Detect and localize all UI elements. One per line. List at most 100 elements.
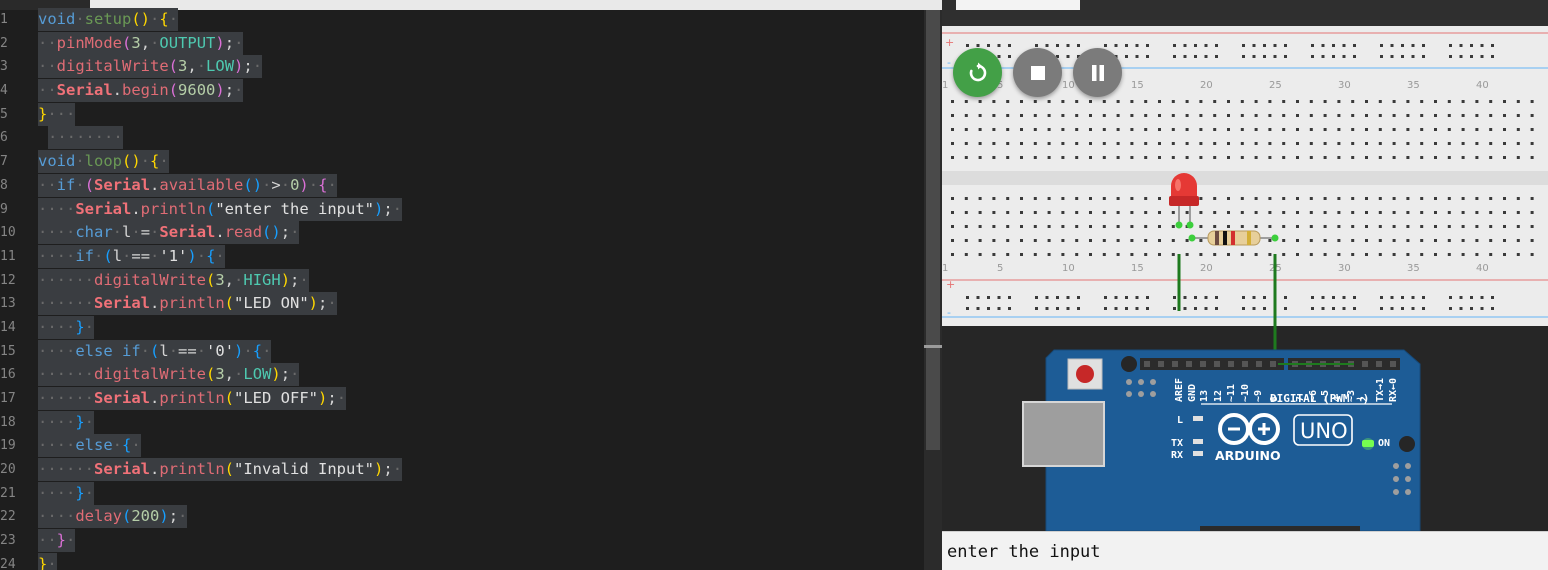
code-line[interactable]: void·setup()·{· xyxy=(38,8,918,32)
number-literal: 200 xyxy=(131,507,160,526)
object-name: Serial xyxy=(159,223,216,242)
code-line[interactable]: ······Serial.println("LED ON");· xyxy=(38,292,918,316)
keyword: char xyxy=(75,223,113,242)
column-label: 10 xyxy=(1062,263,1075,274)
code-line[interactable]: ········ xyxy=(38,126,918,150)
pin-label: RX←0 xyxy=(1388,378,1399,402)
code-line[interactable]: ··if·(Serial.available()·>·0)·{· xyxy=(38,173,918,198)
char-literal: '0' xyxy=(206,341,235,360)
pin-label: ~10 xyxy=(1240,384,1251,402)
line-number: 4 xyxy=(0,83,8,99)
rail-plus-label: + xyxy=(946,278,955,291)
number-literal: 3 xyxy=(215,365,225,384)
keyword: if xyxy=(75,246,94,265)
code-line[interactable]: ····Serial.println("enter the input");· xyxy=(38,197,918,222)
function-call: begin xyxy=(122,81,169,100)
line-number: 3 xyxy=(0,59,8,75)
line-number: 12 xyxy=(0,272,16,288)
pin-label: 12 xyxy=(1213,390,1224,402)
punctuation: { xyxy=(150,152,160,171)
line-number: 19 xyxy=(0,438,16,454)
object-name: Serial xyxy=(56,81,113,100)
keyword: void xyxy=(38,10,76,28)
line-number: 18 xyxy=(0,414,16,430)
code-line[interactable]: ······Serial.println("LED OFF");· xyxy=(38,387,918,411)
function-call: println xyxy=(140,199,206,218)
code-line[interactable]: void·loop()·{· xyxy=(38,150,918,174)
column-label: 40 xyxy=(1476,263,1489,274)
code-line[interactable]: ····else·{· xyxy=(38,434,918,458)
line-number: 10 xyxy=(0,225,16,241)
line-number: 11 xyxy=(0,248,16,264)
rx-label: RX xyxy=(1171,450,1183,461)
object-name: Serial xyxy=(94,460,150,479)
keyword: void xyxy=(38,152,76,171)
restart-simulation-button[interactable] xyxy=(953,48,1002,97)
pin-label: GND xyxy=(1187,384,1198,402)
code-line[interactable]: ······digitalWrite(3,·LOW);· xyxy=(38,363,918,387)
breadboard-center-channel xyxy=(942,171,1548,185)
line-number: 2 xyxy=(0,35,8,51)
string-literal: "LED OFF" xyxy=(234,389,319,407)
column-label: 15 xyxy=(1131,80,1144,91)
column-label: 5 xyxy=(997,263,1003,274)
line-number: 9 xyxy=(0,201,8,217)
function-call: println xyxy=(159,460,225,479)
line-number: 15 xyxy=(0,343,16,359)
punctuation: { xyxy=(159,10,169,28)
code-line[interactable]: ··Serial.begin(9600);· xyxy=(38,79,918,103)
operator: == xyxy=(131,246,151,265)
editor-scrollbar[interactable] xyxy=(924,10,942,570)
object-name: Serial xyxy=(94,389,150,407)
arduino-uno-board[interactable]: AREF GND 13 12 ~11 ~10 ~9 8 7 ~6 ~5 4 ~3 2 TX→1 RX←0 DI… xyxy=(1022,349,1421,531)
char-literal: '1' xyxy=(159,246,188,265)
punctuation: () xyxy=(131,10,151,28)
code-line[interactable]: ··}· xyxy=(38,529,918,553)
keyword: if xyxy=(56,175,76,194)
scrollbar-thumb[interactable] xyxy=(926,10,940,450)
code-editor[interactable]: 1 2 3 4 5 6 7 8 9 10 11 12 13 14 15 16 17 18 19 20 21 22 23 24 … xyxy=(0,0,942,570)
column-label: 25 xyxy=(1269,80,1282,91)
reset-button[interactable] xyxy=(1067,358,1103,390)
serial-output-text: enter the input xyxy=(947,542,1101,562)
serial-monitor[interactable]: enter the input xyxy=(942,531,1548,570)
function-name: loop xyxy=(84,152,122,171)
number-literal: 9600 xyxy=(178,81,216,100)
code-area[interactable]: void·setup()·{· ··pinMode(3,·OUTPUT);· ·… xyxy=(38,8,918,570)
simulator-panel: + + - - 1 5 10 15 20 25 30 35 40 1 5 10 … xyxy=(942,0,1548,570)
line-number: 21 xyxy=(0,485,16,501)
stop-icon xyxy=(1030,65,1045,80)
string-literal: "enter the input" xyxy=(215,199,374,218)
simulation-canvas[interactable]: + + - - 1 5 10 15 20 25 30 35 40 1 5 10 … xyxy=(942,26,1548,531)
code-line[interactable]: ··pinMode(3,·OUTPUT);· xyxy=(38,31,918,56)
restart-icon xyxy=(969,62,986,81)
stop-simulation-button[interactable] xyxy=(1013,48,1062,97)
code-line[interactable]: ····}· xyxy=(38,481,918,506)
function-name: setup xyxy=(84,10,132,28)
column-label: 35 xyxy=(1407,80,1420,91)
code-line[interactable]: ····}· xyxy=(38,410,918,435)
punctuation: } xyxy=(38,104,48,123)
code-line[interactable]: ······Serial.println("Invalid Input");· xyxy=(38,458,918,482)
usb-port xyxy=(1022,401,1105,467)
code-line[interactable]: ····else if·(l·==·'0')·{· xyxy=(38,339,918,364)
number-literal: 3 xyxy=(131,33,141,52)
code-line[interactable]: ····}· xyxy=(38,315,918,340)
code-line[interactable]: }· xyxy=(38,552,918,570)
code-line[interactable]: ··digitalWrite(3,·LOW);· xyxy=(38,55,918,79)
line-number: 5 xyxy=(0,106,8,122)
function-call: digitalWrite xyxy=(56,57,169,76)
code-line[interactable]: ······digitalWrite(3,·HIGH);· xyxy=(38,268,918,293)
code-line[interactable]: ····char·l·=·Serial.read();· xyxy=(38,221,918,245)
column-label: 1 xyxy=(942,80,948,91)
line-number: 16 xyxy=(0,367,16,383)
code-line[interactable]: }··· xyxy=(38,102,918,127)
code-line[interactable]: ····if·(l·==·'1')·{· xyxy=(38,244,918,269)
circuit-drawing: + + - - 1 5 10 15 20 25 30 35 40 1 5 10 … xyxy=(942,26,1548,531)
line-number-gutter: 1 2 3 4 5 6 7 8 9 10 11 12 13 14 15 16 17 18 19 20 21 22 23 24 xyxy=(0,8,16,570)
pause-simulation-button[interactable] xyxy=(1073,48,1122,97)
operator: > xyxy=(271,175,281,194)
line-number: 13 xyxy=(0,296,16,312)
code-line[interactable]: ····delay(200);· xyxy=(38,505,918,529)
column-label: 15 xyxy=(1131,263,1144,274)
